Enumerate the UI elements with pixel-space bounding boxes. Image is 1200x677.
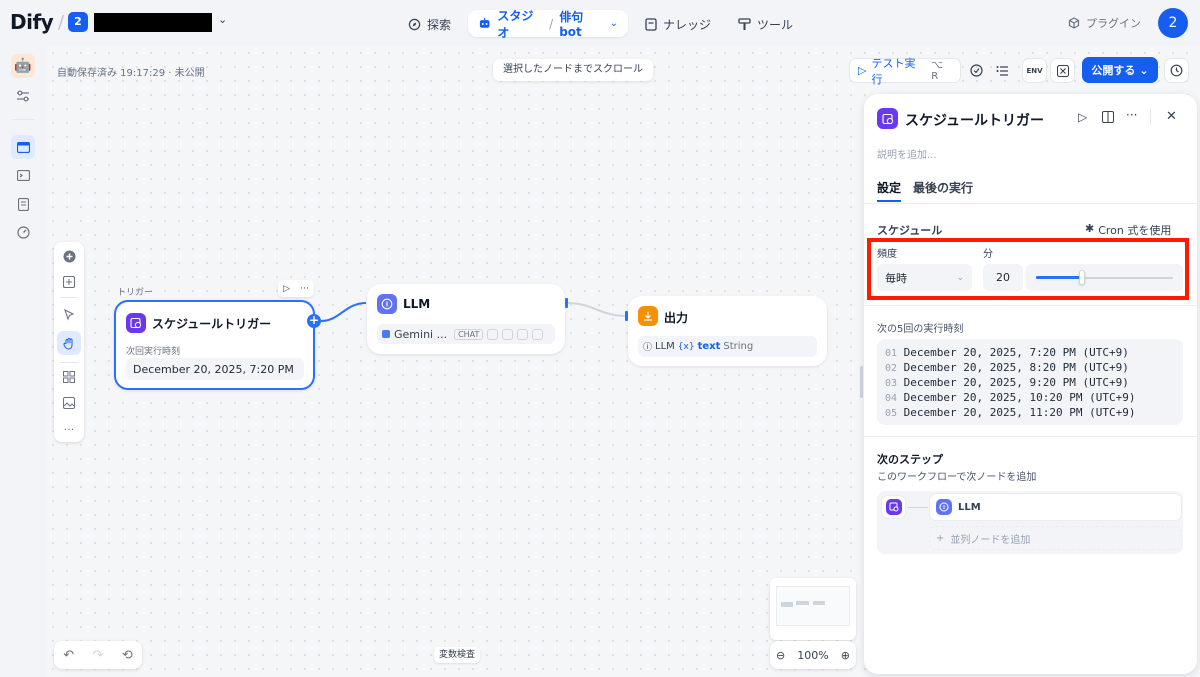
undo-redo-controls: ↶ ↷ ⟲ (54, 641, 142, 669)
variable-inspect-button[interactable]: 変数検査 (434, 647, 480, 663)
tab-settings[interactable]: 設定 (877, 179, 901, 196)
gemini-icon (382, 330, 390, 338)
redo-icon[interactable]: ↷ (93, 648, 104, 663)
run-index: 01 (885, 348, 898, 359)
run-time: December 20, 2025, 9:20 PM (UTC+9) (903, 376, 1129, 389)
list-item: 03 December 20, 2025, 9:20 PM (UTC+9) (885, 376, 1175, 391)
run-index: 02 (885, 363, 898, 374)
document-icon (502, 328, 514, 340)
current-node-chip (881, 495, 906, 519)
panel-title[interactable]: スケジュールトリガー (905, 110, 1044, 130)
node-settings-panel: スケジュールトリガー ▷ ··· ✕ 説明を追加... 設定 最後の実行 スケジ… (864, 94, 1197, 674)
model-selector[interactable]: Gemini ... CHAT (377, 324, 555, 344)
output-icon (638, 306, 658, 326)
run-index: 05 (885, 408, 898, 419)
output-node-title: 出力 (664, 311, 689, 325)
llm-node-title: LLM (403, 297, 431, 311)
minimap-node (796, 601, 809, 605)
play-icon[interactable]: ▷ (283, 284, 290, 294)
run-time: December 20, 2025, 10:20 PM (UTC+9) (903, 391, 1136, 404)
list-item: 02 December 20, 2025, 8:20 PM (UTC+9) (885, 361, 1175, 376)
split-view-icon[interactable] (1102, 111, 1114, 126)
zoom-controls: ⊖ 100% ⊕ (770, 641, 856, 669)
node-actions[interactable]: ▷ ··· (278, 280, 314, 297)
highlight-box (867, 238, 1189, 300)
next-node-name: LLM (958, 501, 981, 513)
schedule-trigger-icon (885, 499, 902, 515)
divider (864, 436, 1197, 437)
video-icon (517, 328, 529, 340)
asterisk-icon: ✱ (1085, 222, 1095, 235)
close-icon[interactable]: ✕ (1166, 109, 1177, 124)
next-step-description: このワークフローで次ノードを追加 (877, 472, 1037, 483)
output-input-handle[interactable] (625, 311, 628, 321)
run-time: December 20, 2025, 11:20 PM (UTC+9) (903, 406, 1136, 419)
output-var-type: String (723, 341, 754, 352)
output-node[interactable]: 出力 ⓘ LLM {x} text String (628, 296, 827, 366)
run-index: 03 (885, 378, 898, 389)
run-time: December 20, 2025, 7:20 PM (UTC+9) (903, 346, 1129, 359)
mode-badge: CHAT (454, 328, 484, 340)
undo-icon[interactable]: ↶ (63, 648, 74, 663)
output-var-name: text (697, 341, 721, 352)
history-icon[interactable]: ⟲ (122, 648, 133, 663)
trigger-node-title: スケジュールトリガー (152, 317, 272, 331)
tab-last-run[interactable]: 最後の実行 (913, 179, 973, 196)
llm-node[interactable]: LLM Gemini ... CHAT (367, 284, 565, 354)
minimap[interactable] (770, 578, 856, 640)
schedule-label: スケジュール (877, 224, 943, 237)
add-parallel-label: 並列ノードを追加 (950, 534, 1031, 546)
variable-icon: {x} (677, 341, 695, 352)
llm-output-handle[interactable] (565, 298, 568, 308)
output-variable: ⓘ LLM {x} text String (638, 336, 817, 357)
llm-icon (377, 294, 397, 314)
tab-active-indicator (877, 200, 901, 202)
zoom-in-icon[interactable]: ⊕ (841, 649, 850, 662)
description-input[interactable]: 説明を追加... (877, 146, 937, 161)
zoom-level[interactable]: 100% (797, 649, 828, 662)
cron-toggle-label: Cron 式を使用 (1098, 224, 1172, 237)
plus-icon: + (936, 532, 945, 544)
trigger-group-label: トリガー (117, 288, 154, 298)
sparkle-icon (532, 328, 544, 340)
run-index: 04 (885, 393, 898, 404)
next-runs-label: 次の5回の実行時刻 (877, 324, 964, 335)
list-item: 01 December 20, 2025, 7:20 PM (UTC+9) (885, 346, 1175, 361)
vision-icon (487, 328, 499, 340)
cron-toggle[interactable]: ✱ Cron 式を使用 (1085, 222, 1171, 238)
output-var-source: LLM (655, 341, 675, 352)
more-icon[interactable]: ··· (1126, 108, 1137, 122)
model-name: Gemini ... (394, 327, 448, 341)
more-icon[interactable]: ··· (300, 284, 309, 294)
schedule-trigger-icon (877, 108, 898, 129)
list-item: 04 December 20, 2025, 10:20 PM (UTC+9) (885, 391, 1175, 406)
run-time: December 20, 2025, 8:20 PM (UTC+9) (903, 361, 1129, 374)
list-item: 05 December 20, 2025, 11:20 PM (UTC+9) (885, 406, 1175, 421)
add-parallel-node-button[interactable]: + 並列ノードを追加 (929, 526, 1182, 550)
schedule-trigger-icon (126, 313, 146, 333)
next-run-value: December 20, 2025, 7:20 PM (126, 358, 304, 380)
llm-icon (936, 499, 952, 515)
llm-small-icon: ⓘ (643, 343, 653, 353)
next-step-area: LLM + 並列ノードを追加 (877, 491, 1183, 554)
minimap-node (781, 602, 793, 607)
add-next-node-button[interactable]: + (307, 314, 321, 328)
minimap-node (813, 601, 825, 605)
next-node-llm[interactable]: LLM (929, 493, 1182, 521)
next-run-label: 次回実行時刻 (126, 347, 181, 357)
trigger-node[interactable]: スケジュールトリガー 次回実行時刻 December 20, 2025, 7:2… (114, 300, 315, 390)
panel-resize-handle[interactable] (860, 366, 863, 398)
next-runs-list: 01 December 20, 2025, 7:20 PM (UTC+9) 02… (877, 339, 1183, 425)
next-step-title: 次のステップ (877, 453, 943, 466)
divider (864, 305, 1197, 306)
divider (1150, 109, 1151, 125)
play-icon[interactable]: ▷ (1078, 110, 1087, 124)
divider (864, 203, 1197, 204)
zoom-out-icon[interactable]: ⊖ (776, 649, 785, 662)
connector-line (908, 507, 928, 508)
